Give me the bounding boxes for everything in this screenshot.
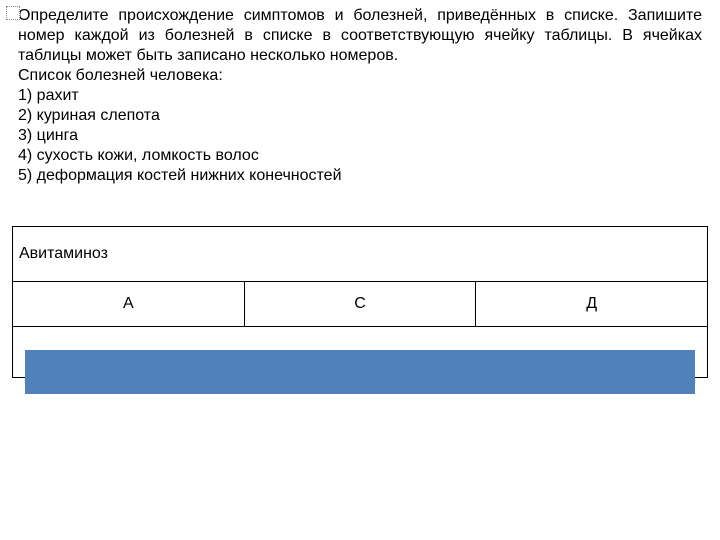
list-item: 3) цинга (18, 126, 702, 146)
list-item: 2) куриная слепота (18, 106, 702, 126)
column-label-c: С (244, 282, 476, 327)
list-item: 4) сухость кожи, ломкость волос (18, 146, 702, 166)
table-header-cell: Авитаминоз (13, 227, 708, 282)
list-title: Список болезней человека: (18, 66, 702, 86)
table-row: А С Д (13, 282, 708, 327)
table-row (13, 327, 708, 378)
list-item: 5) деформация костей нижних конечностей (18, 166, 702, 186)
list-item: 1) рахит (18, 86, 702, 106)
table-row: Авитаминоз (13, 227, 708, 282)
answer-overlay-bar (25, 350, 695, 394)
checkbox-marker (6, 6, 20, 20)
answer-table: Авитаминоз А С Д (12, 226, 708, 378)
column-label-d: Д (476, 282, 708, 327)
disease-list: Список болезней человека: 1) рахит 2) ку… (18, 66, 702, 186)
column-label-a: А (13, 282, 245, 327)
task-instruction: Определите происхождение симптомов и бол… (18, 6, 702, 66)
